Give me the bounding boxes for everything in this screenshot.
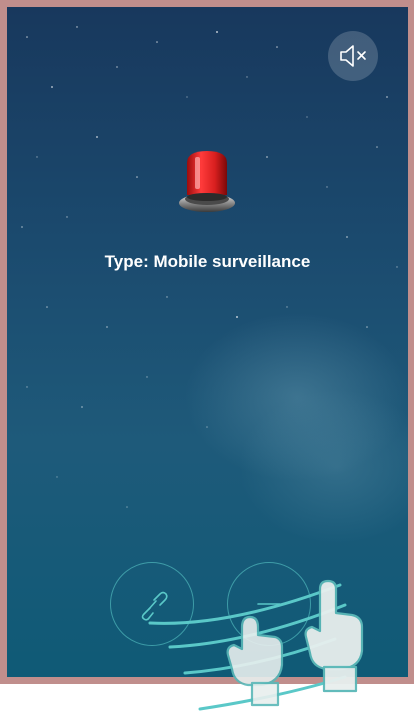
swipe-hand-icon <box>148 579 364 711</box>
siren-icon <box>175 147 239 228</box>
mute-button[interactable] <box>328 31 378 81</box>
speaker-muted-icon <box>340 45 366 67</box>
alarm-type-label: Type: Mobile surveillance <box>104 252 311 271</box>
